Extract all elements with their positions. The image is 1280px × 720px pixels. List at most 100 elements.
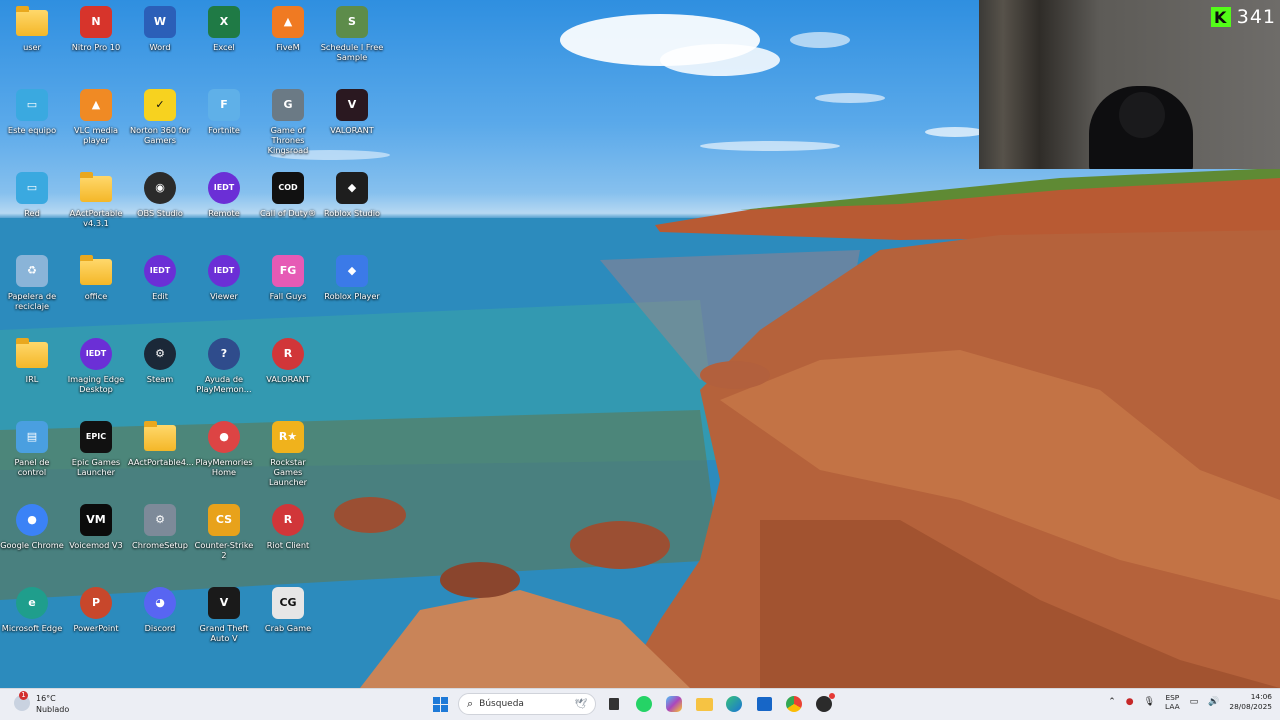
desktop-icon[interactable]: AActPortable v4.3.1 [64, 170, 128, 228]
desktop-icon[interactable]: VM Voicemod V3 [64, 502, 128, 550]
desktop-icon[interactable]: ♻ Papelera de reciclaje [0, 253, 64, 311]
playmemories-icon: ● [208, 421, 240, 453]
weather-temperature: 16°C [36, 694, 56, 703]
desktop-icon[interactable]: ● PlayMemories Home [192, 419, 256, 477]
network-icon[interactable]: ▭ [1190, 697, 1199, 707]
desktop-icon[interactable]: G Game of Thrones Kingsroad [256, 87, 320, 155]
desktop-icon[interactable]: W Word [128, 4, 192, 52]
desktop-icon[interactable]: ▲ FiveM [256, 4, 320, 52]
copilot-button[interactable] [662, 692, 686, 716]
chrome-button[interactable] [782, 692, 806, 716]
cs2-icon: CS [208, 504, 240, 536]
weather-widget[interactable]: 1 16°C Nublado [14, 691, 70, 715]
riot-tray-icon[interactable]: ● [1126, 697, 1134, 707]
desktop-icon[interactable]: CG Crab Game [256, 585, 320, 633]
desktop-icon[interactable]: ◆ Roblox Player [320, 253, 384, 301]
desktop-icon[interactable]: user [0, 4, 64, 52]
desktop-icon[interactable]: CS Counter-Strike 2 [192, 502, 256, 560]
control-panel-icon: ▤ [16, 421, 48, 453]
whatsapp-button[interactable] [632, 692, 656, 716]
desktop-icon[interactable]: IRL [0, 336, 64, 384]
weather-condition: Nublado [36, 705, 70, 714]
desktop-icon[interactable]: S Schedule I Free Sample [320, 4, 384, 62]
search-box[interactable]: ⌕ Búsqueda 🕊 [458, 693, 596, 715]
desktop-icon[interactable]: ✓ Norton 360 for Gamers [128, 87, 192, 145]
obs-button[interactable] [812, 692, 836, 716]
desktop-icon-label: Microsoft Edge [1, 623, 63, 633]
discord-icon: ◕ [144, 587, 176, 619]
recycle-bin-icon: ♻ [16, 255, 48, 287]
desktop-icon[interactable]: ▭ Red [0, 170, 64, 218]
desktop-icon[interactable]: IEDT Imaging Edge Desktop [64, 336, 128, 394]
desktop-icon[interactable]: EPIC Epic Games Launcher [64, 419, 128, 477]
desktop-icon[interactable]: ▲ VLC media player [64, 87, 128, 145]
desktop-icon-label: Excel [213, 42, 235, 52]
volume-icon[interactable]: 🔊 [1208, 697, 1219, 707]
desktop-icon-label: Roblox Player [324, 291, 380, 301]
desktop-icon[interactable]: V Grand Theft Auto V [192, 585, 256, 643]
desktop-icon[interactable]: N Nitro Pro 10 [64, 4, 128, 52]
desktop-icon[interactable]: R VALORANT [256, 336, 320, 384]
file-explorer-button[interactable] [692, 692, 716, 716]
vlc-icon: ▲ [80, 89, 112, 121]
taskbar: 1 16°C Nublado ⌕ Búsqueda 🕊 ⌃ ● 🎙 ESP LA… [0, 688, 1280, 720]
desktop-icon[interactable]: ⚙ ChromeSetup [128, 502, 192, 550]
desktop-icon-label: VALORANT [330, 125, 374, 135]
task-view-button[interactable] [602, 692, 626, 716]
desktop-icon-label: AActPortable4... [128, 457, 194, 467]
desktop-icon[interactable]: ◉ OBS Studio [128, 170, 192, 218]
desktop-icon[interactable]: R Riot Client [256, 502, 320, 550]
store-button[interactable] [752, 692, 776, 716]
desktop-icon[interactable]: AActPortable4... [128, 419, 194, 467]
cod-icon: COD [272, 172, 304, 204]
search-icon: ⌕ [467, 697, 474, 710]
desktop-icon[interactable]: ⚙ Steam [128, 336, 192, 384]
desktop-icon[interactable]: office [64, 253, 128, 301]
windows-logo-icon [432, 696, 448, 712]
desktop-icon[interactable]: IEDT Viewer [192, 253, 256, 301]
desktop-icon-label: Call of Duty® [259, 208, 317, 218]
desktop-icon[interactable]: P PowerPoint [64, 585, 128, 633]
desktop-icon[interactable]: COD Call of Duty® [256, 170, 320, 218]
got-icon: G [272, 89, 304, 121]
desktop-icon[interactable]: ◆ Roblox Studio [320, 170, 384, 218]
desktop-icon[interactable]: ◕ Discord [128, 585, 192, 633]
desktop-icon[interactable]: V VALORANT [320, 87, 384, 135]
kick-icon: K [1210, 7, 1231, 27]
iedt-icon: IEDT [144, 255, 176, 287]
desktop-icon-label: VALORANT [266, 374, 310, 384]
desktop-icon[interactable]: ▭ Este equipo [0, 87, 64, 135]
clock[interactable]: 14:06 28/08/2025 [1229, 692, 1272, 712]
network-icon: ▭ [16, 172, 48, 204]
desktop-icon[interactable]: FG Fall Guys [256, 253, 320, 301]
edge-button[interactable] [722, 692, 746, 716]
microphone-icon[interactable]: 🎙 [1144, 697, 1155, 707]
desktop-icon-label: Papelera de reciclaje [7, 291, 57, 311]
desktop-icon[interactable]: ? Ayuda de PlayMemon... [192, 336, 256, 394]
desktop-icon-label: VLC media player [74, 125, 118, 145]
chevron-up-icon[interactable]: ⌃ [1108, 697, 1116, 707]
desktop-icon[interactable]: ▤ Panel de control [0, 419, 64, 477]
desktop-icon[interactable]: ● Google Chrome [0, 502, 64, 550]
desktop-icon[interactable]: F Fortnite [192, 87, 256, 135]
desktop-icon-label: Fall Guys [269, 291, 307, 301]
setup-icon: ⚙ [144, 504, 176, 536]
desktop-icon-label: Nitro Pro 10 [71, 42, 121, 52]
word-icon: W [144, 6, 176, 38]
webcam-overlay: K 341 [979, 0, 1280, 169]
desktop-icon[interactable]: IEDT Remote [192, 170, 256, 218]
start-button[interactable] [428, 692, 452, 716]
desktop-icon-label: Riot Client [266, 540, 310, 550]
desktop-icon-label: Counter-Strike 2 [194, 540, 254, 560]
language-indicator[interactable]: ESP LAA [1165, 693, 1180, 711]
desktop-icon[interactable]: e Microsoft Edge [0, 585, 64, 633]
viewer-count: 341 [1236, 6, 1276, 28]
roblox-studio-icon: ◆ [336, 172, 368, 204]
task-view-icon [609, 698, 619, 710]
desktop-icon-label: Epic Games Launcher [71, 457, 121, 477]
desktop-icon[interactable]: IEDT Edit [128, 253, 192, 301]
desktop-icon[interactable]: R★ Rockstar Games Launcher [256, 419, 320, 487]
desktop-icon-label: Grand Theft Auto V [199, 623, 249, 643]
desktop-icon[interactable]: X Excel [192, 4, 256, 52]
folder-icon [16, 6, 48, 36]
